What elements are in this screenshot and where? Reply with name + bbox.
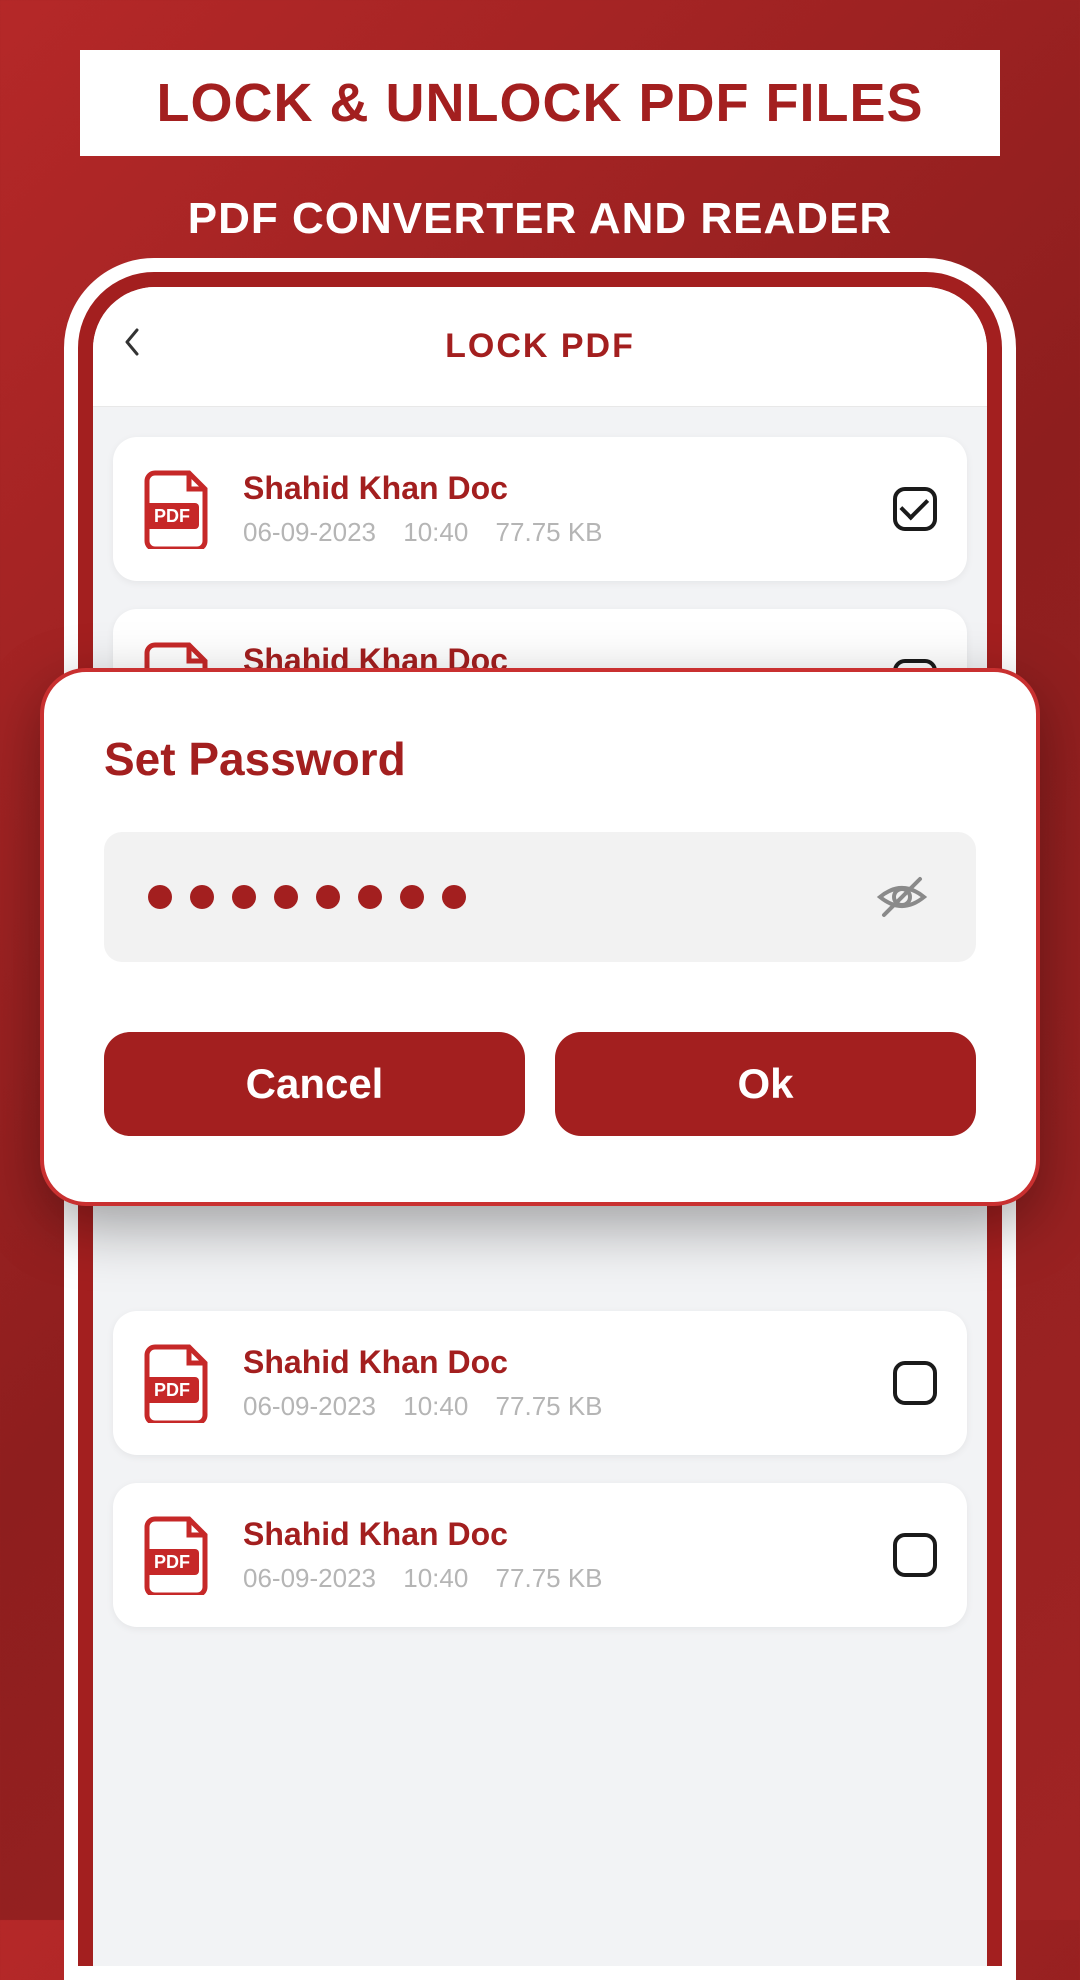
file-card[interactable]: PDF Shahid Khan Doc 06-09-2023 10:40 77.… (113, 1483, 967, 1627)
password-dot (148, 885, 172, 909)
file-checkbox[interactable] (893, 487, 937, 531)
file-meta: 06-09-2023 10:40 77.75 KB (243, 1391, 893, 1422)
password-dot (442, 885, 466, 909)
toggle-password-visibility[interactable] (872, 867, 932, 927)
page-title: LOCK PDF (123, 327, 957, 366)
file-name: Shahid Khan Doc (243, 470, 893, 507)
file-info: Shahid Khan Doc 06-09-2023 10:40 77.75 K… (243, 1344, 893, 1422)
pdf-file-icon: PDF (143, 1515, 215, 1595)
cancel-button[interactable]: Cancel (104, 1032, 525, 1136)
file-name: Shahid Khan Doc (243, 1516, 893, 1553)
password-dialog: Set Password Cancel Ok (40, 668, 1040, 1206)
file-info: Shahid Khan Doc 06-09-2023 10:40 77.75 K… (243, 1516, 893, 1594)
file-checkbox[interactable] (893, 1361, 937, 1405)
svg-text:PDF: PDF (154, 1380, 190, 1400)
back-icon (123, 326, 141, 358)
file-name: Shahid Khan Doc (243, 1344, 893, 1381)
file-date: 06-09-2023 (243, 1563, 376, 1593)
password-dot (190, 885, 214, 909)
file-time: 10:40 (403, 1391, 468, 1421)
file-time: 10:40 (403, 517, 468, 547)
password-dot (358, 885, 382, 909)
file-checkbox[interactable] (893, 1533, 937, 1577)
hero-section: LOCK & UNLOCK PDF FILES PDF CONVERTER AN… (0, 0, 1080, 244)
password-dialog-overlay: Set Password Cancel Ok (40, 668, 1040, 1206)
password-dot (232, 885, 256, 909)
hero-banner-text: LOCK & UNLOCK PDF FILES (110, 72, 970, 134)
svg-text:PDF: PDF (154, 506, 190, 526)
file-time: 10:40 (403, 1563, 468, 1593)
pdf-file-icon: PDF (143, 469, 215, 549)
hero-subtitle: PDF CONVERTER AND READER (80, 194, 1000, 244)
file-meta: 06-09-2023 10:40 77.75 KB (243, 1563, 893, 1594)
hero-banner: LOCK & UNLOCK PDF FILES (80, 50, 1000, 156)
ok-button[interactable]: Ok (555, 1032, 976, 1136)
password-dot (400, 885, 424, 909)
file-date: 06-09-2023 (243, 1391, 376, 1421)
file-size: 77.75 KB (496, 1563, 603, 1593)
file-card[interactable]: PDF Shahid Khan Doc 06-09-2023 10:40 77.… (113, 1311, 967, 1455)
eye-off-icon (872, 867, 932, 927)
file-size: 77.75 KB (496, 517, 603, 547)
password-dot (316, 885, 340, 909)
file-info: Shahid Khan Doc 06-09-2023 10:40 77.75 K… (243, 470, 893, 548)
pdf-file-icon: PDF (143, 1343, 215, 1423)
dialog-actions: Cancel Ok (104, 1032, 976, 1136)
file-size: 77.75 KB (496, 1391, 603, 1421)
back-button[interactable] (123, 326, 141, 367)
password-dot (274, 885, 298, 909)
file-card[interactable]: PDF Shahid Khan Doc 06-09-2023 10:40 77.… (113, 437, 967, 581)
password-input[interactable] (104, 832, 976, 962)
svg-text:PDF: PDF (154, 1552, 190, 1572)
file-meta: 06-09-2023 10:40 77.75 KB (243, 517, 893, 548)
app-header: LOCK PDF (93, 287, 987, 407)
password-mask (148, 885, 872, 909)
file-date: 06-09-2023 (243, 517, 376, 547)
dialog-title: Set Password (104, 732, 976, 786)
